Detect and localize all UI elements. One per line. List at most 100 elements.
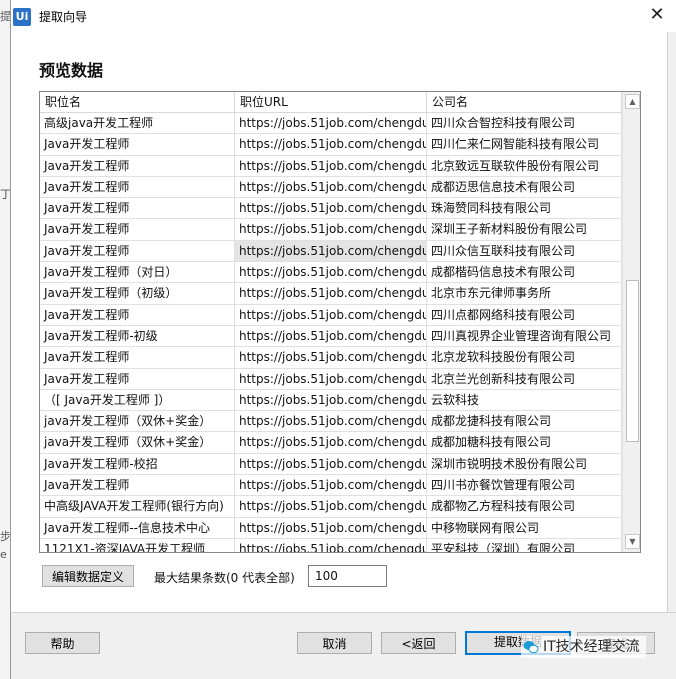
cell-job-title[interactable]: Java开发工程师 <box>40 134 235 156</box>
cell-job-title[interactable]: Java开发工程师 <box>40 347 235 369</box>
table-row[interactable]: Java开发工程师 https://jobs.51job.com/chengdu 北… <box>40 155 622 177</box>
cell-company[interactable]: 深圳王子新材料股份有限公司 <box>427 219 622 241</box>
cell-job-title[interactable]: Java开发工程师 <box>40 155 235 177</box>
cell-job-url[interactable]: https://jobs.51job.com/chengdu <box>235 113 427 135</box>
table-row[interactable]: Java开发工程师-初级 https://jobs.51job.com/cheng… <box>40 325 622 348</box>
cell-job-title[interactable]: Java开发工程师 <box>40 304 235 326</box>
cell-job-title[interactable]: Java开发工程师 <box>40 368 235 390</box>
cell-company[interactable]: 北京致远互联软件股份有限公司 <box>427 155 622 177</box>
background-text: 提 <box>0 10 10 23</box>
table-row[interactable]: Java开发工程师（初级） https://jobs.51job.com/chen… <box>40 283 622 305</box>
cell-job-title[interactable]: Java开发工程师（对日） <box>40 262 235 284</box>
cell-company[interactable]: 成都迈思信息技术有限公司 <box>427 176 622 199</box>
cancel-button[interactable]: 取消 <box>297 632 372 654</box>
cell-company[interactable]: 北京市东元律师事务所 <box>427 283 622 305</box>
table-row[interactable]: （[ Java开发工程师 ]） https://jobs.51job.com/ch… <box>40 389 622 412</box>
cell-company[interactable]: 四川点都网络科技有限公司 <box>427 304 622 326</box>
table-row[interactable]: Java开发工程师 https://jobs.51job.com/chengdu 四… <box>40 134 622 156</box>
table-row[interactable]: Java开发工程师 https://jobs.51job.com/chengdu 四… <box>40 475 622 497</box>
cell-job-url[interactable]: https://jobs.51job.com/chengdu <box>235 517 427 539</box>
cell-company[interactable]: 四川众合智控科技有限公司 <box>427 113 622 135</box>
edit-data-definition-button[interactable]: 编辑数据定义 <box>42 565 134 587</box>
cell-company[interactable]: 四川真视界企业管理咨询有限公司 <box>427 325 622 348</box>
cell-job-url[interactable]: https://jobs.51job.com/chengdu <box>235 262 427 284</box>
cell-company[interactable]: 成都加糖科技有限公司 <box>427 432 622 454</box>
table-row[interactable]: Java开发工程师 https://jobs.51job.com/chengdu 四… <box>40 304 622 326</box>
table-row[interactable]: 中高级JAVA开发工程师(银行方向) https://jobs.51job.com… <box>40 496 622 518</box>
table-row[interactable]: Java开发工程师-校招 https://jobs.51job.com/cheng… <box>40 453 622 476</box>
preview-data-table[interactable]: 职位名 职位URL 公司名 高级java开发工程师 https://jobs.51… <box>39 91 641 553</box>
cell-company[interactable]: 四川众信互联科技有限公司 <box>427 240 622 263</box>
wechat-icon <box>523 641 539 654</box>
cell-company[interactable]: 成都楷码信息技术有限公司 <box>427 262 622 284</box>
table-row[interactable]: 高级java开发工程师 https://jobs.51job.com/chengd… <box>40 113 622 135</box>
cell-company[interactable]: 云软科技 <box>427 389 622 412</box>
cell-job-title[interactable]: Java开发工程师 <box>40 240 235 263</box>
cell-job-url[interactable]: https://jobs.51job.com/chengdu <box>235 389 427 412</box>
vertical-scrollbar[interactable]: ▲ ▼ <box>622 92 640 552</box>
close-button[interactable]: ✕ <box>639 0 675 32</box>
cell-job-title[interactable]: Java开发工程师-初级 <box>40 325 235 348</box>
scroll-thumb[interactable] <box>626 280 639 442</box>
max-results-input[interactable]: 100 <box>308 565 387 587</box>
column-header-job-title[interactable]: 职位名 <box>40 92 235 112</box>
cell-company[interactable]: 珠海赞同科技有限公司 <box>427 198 622 220</box>
table-row[interactable]: Java开发工程师 https://jobs.51job.com/chengdu 四… <box>40 240 622 263</box>
cell-company[interactable]: 平安科技（深圳）有限公司 <box>427 538 622 552</box>
cell-company[interactable]: 四川书亦餐饮管理有限公司 <box>427 475 622 497</box>
cell-job-url[interactable]: https://jobs.51job.com/chengdu <box>235 347 427 369</box>
cell-job-title[interactable]: Java开发工程师 <box>40 219 235 241</box>
cell-job-url[interactable]: https://jobs.51job.com/chengdu <box>235 368 427 390</box>
cell-company[interactable]: 成都物乙方程科技有限公司 <box>427 496 622 518</box>
scroll-down-icon[interactable]: ▼ <box>625 534 640 549</box>
cell-job-url[interactable]: https://jobs.51job.com/chengdu <box>235 453 427 476</box>
cell-job-title[interactable]: 1121X1-资深JAVA开发工程师 <box>40 538 235 552</box>
table-row[interactable]: Java开发工程师 https://jobs.51job.com/chengdu 北… <box>40 368 622 390</box>
cell-job-url[interactable]: https://jobs.51job.com/chengdu <box>235 283 427 305</box>
table-row[interactable]: Java开发工程师 https://jobs.51job.com/chengdu 成… <box>40 176 622 199</box>
cell-job-url[interactable]: https://jobs.51job.com/chengdu <box>235 304 427 326</box>
help-button[interactable]: 帮助 <box>25 632 100 654</box>
back-button[interactable]: <返回 <box>381 632 456 654</box>
cell-job-url[interactable]: https://jobs.51job.com/chengdu <box>235 432 427 454</box>
cell-company[interactable]: 四川仁来仁网智能科技有限公司 <box>427 134 622 156</box>
cell-job-url[interactable]: https://jobs.51job.com/chengdu <box>235 475 427 497</box>
column-header-company[interactable]: 公司名 <box>427 92 622 112</box>
cell-job-title[interactable]: Java开发工程师（初级） <box>40 283 235 305</box>
cell-job-url[interactable]: https://jobs.51job.com/chengdu <box>235 240 427 263</box>
cell-company[interactable]: 成都龙捷科技有限公司 <box>427 411 622 433</box>
cell-job-title[interactable]: java开发工程师（双休+奖金） <box>40 432 235 454</box>
cell-job-url[interactable]: https://jobs.51job.com/chengdu <box>235 198 427 220</box>
table-row[interactable]: Java开发工程师 https://jobs.51job.com/chengdu 深… <box>40 219 622 241</box>
cell-job-title[interactable]: （[ Java开发工程师 ]） <box>40 389 235 412</box>
cell-job-url[interactable]: https://jobs.51job.com/chengdu <box>235 155 427 177</box>
cell-company[interactable]: 中移物联网有限公司 <box>427 517 622 539</box>
cell-job-title[interactable]: 中高级JAVA开发工程师(银行方向) <box>40 496 235 518</box>
cell-job-title[interactable]: Java开发工程师 <box>40 475 235 497</box>
cell-job-url[interactable]: https://jobs.51job.com/chengdu <box>235 538 427 552</box>
cell-company[interactable]: 深圳市锐明技术股份有限公司 <box>427 453 622 476</box>
cell-company[interactable]: 北京兰光创新科技有限公司 <box>427 368 622 390</box>
cell-job-url[interactable]: https://jobs.51job.com/chengdu <box>235 496 427 518</box>
column-header-job-url[interactable]: 职位URL <box>235 92 427 112</box>
cell-job-url[interactable]: https://jobs.51job.com/chengdu <box>235 325 427 348</box>
table-row[interactable]: Java开发工程师 https://jobs.51job.com/chengdu 珠… <box>40 198 622 220</box>
cell-job-title[interactable]: Java开发工程师 <box>40 176 235 199</box>
cell-job-title[interactable]: Java开发工程师 <box>40 198 235 220</box>
table-row[interactable]: java开发工程师（双休+奖金） https://jobs.51job.com/c… <box>40 411 622 433</box>
cell-job-title[interactable]: java开发工程师（双休+奖金） <box>40 411 235 433</box>
table-row[interactable]: 1121X1-资深JAVA开发工程师 https://jobs.51job.com… <box>40 538 622 552</box>
cell-job-url[interactable]: https://jobs.51job.com/chengdu <box>235 134 427 156</box>
table-row[interactable]: java开发工程师（双休+奖金） https://jobs.51job.com/c… <box>40 432 622 454</box>
table-row[interactable]: Java开发工程师 https://jobs.51job.com/chengdu 北… <box>40 347 622 369</box>
cell-company[interactable]: 北京龙软科技股份有限公司 <box>427 347 622 369</box>
cell-job-title[interactable]: Java开发工程师--信息技术中心 <box>40 517 235 539</box>
scroll-up-icon[interactable]: ▲ <box>625 94 640 109</box>
cell-job-title[interactable]: 高级java开发工程师 <box>40 113 235 135</box>
cell-job-url[interactable]: https://jobs.51job.com/chengdu <box>235 411 427 433</box>
cell-job-url[interactable]: https://jobs.51job.com/chengdu <box>235 219 427 241</box>
cell-job-url[interactable]: https://jobs.51job.com/chengdu <box>235 176 427 199</box>
table-row[interactable]: Java开发工程师（对日） https://jobs.51job.com/chen… <box>40 262 622 284</box>
table-row[interactable]: Java开发工程师--信息技术中心 https://jobs.51job.com/… <box>40 517 622 539</box>
cell-job-title[interactable]: Java开发工程师-校招 <box>40 453 235 476</box>
